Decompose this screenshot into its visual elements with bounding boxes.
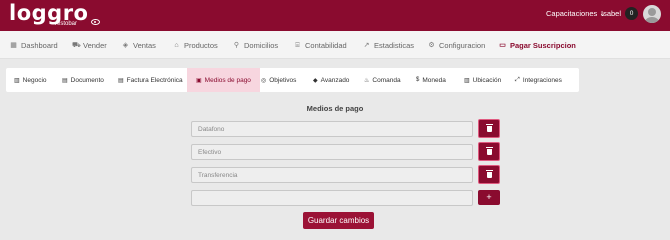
chart-icon: ↗: [363, 42, 370, 49]
payment-method-field[interactable]: [191, 121, 473, 137]
basket-icon: ⌂: [174, 42, 179, 49]
user-name[interactable]: Isabel: [601, 9, 621, 18]
tab-label: Integraciones: [522, 76, 562, 84]
nav-item-label: Dashboard: [21, 41, 58, 50]
nav-item-label: Contabilidad: [305, 41, 347, 50]
trash-icon: [486, 124, 493, 132]
tab-label: Negocio: [22, 76, 47, 84]
main-nav: ▦ Dashboard ⛟ Vender ◈ Ventas ⌂ Producto…: [0, 31, 670, 59]
add-payment-method-button[interactable]: +: [478, 190, 500, 205]
bank-icon: ⌸: [295, 42, 300, 49]
nav-item-vender[interactable]: ⛟ Vender: [72, 41, 107, 50]
tab-moneda[interactable]: $ Moneda: [416, 68, 446, 92]
map-icon: ▥: [464, 77, 470, 84]
nav-item-label: Pagar Suscripcion: [510, 41, 576, 50]
section-title: Medios de pago: [306, 104, 364, 113]
top-header: loggro restobar Capacitaciones ⌄ Isabel …: [0, 0, 670, 31]
nav-item-label: Domicilios: [244, 41, 279, 50]
payment-method-field[interactable]: [191, 167, 473, 183]
trash-icon: [486, 147, 493, 155]
settings-tabs: ▥ Negocio ▤ Documento ▤ Factura Electrón…: [6, 68, 579, 92]
tab-avanzado[interactable]: ◆ Avanzado: [313, 68, 349, 92]
gear-icon: ⚙: [428, 42, 435, 49]
nav-item-productos[interactable]: ⌂ Productos: [173, 41, 218, 50]
bolt-icon: ◆: [313, 77, 318, 84]
tab-negocio[interactable]: ▥ Negocio: [14, 68, 47, 92]
nav-item-label: Configuracion: [439, 41, 486, 50]
nav-item-domicilios[interactable]: ⚲ Domicilios: [233, 41, 278, 50]
nav-item-dashboard[interactable]: ▦ Dashboard: [10, 41, 58, 50]
invoice-icon: ▤: [118, 77, 124, 84]
tab-integraciones[interactable]: ⤢ Integraciones: [515, 68, 562, 92]
tab-medios-de-pago[interactable]: ▣ Medios de pago: [187, 68, 260, 92]
payment-icon: ▣: [196, 77, 202, 84]
nav-item-configuracion[interactable]: ⚙ Configuracion: [428, 41, 485, 50]
tab-label: Factura Electrónica: [126, 76, 183, 84]
tab-label: Ubicación: [472, 76, 502, 84]
tab-factura-electronica[interactable]: ▤ Factura Electrónica: [118, 68, 183, 92]
avatar[interactable]: [643, 5, 661, 23]
nav-item-pagar-suscripcion[interactable]: ▭ Pagar Suscripcion: [499, 41, 576, 50]
chef-icon: ♨: [364, 77, 370, 84]
nav-item-label: Estadisticas: [374, 41, 415, 50]
target-icon: ◎: [261, 77, 267, 84]
payment-method-field[interactable]: [191, 144, 473, 160]
nav-item-label: Vender: [83, 41, 107, 50]
eye-icon[interactable]: [91, 19, 100, 25]
tab-label: Avanzado: [320, 76, 350, 84]
tab-label: Documento: [70, 76, 104, 84]
brand-sublabel: restobar: [55, 21, 78, 27]
tab-ubicacion[interactable]: ▥ Ubicación: [464, 68, 501, 92]
tab-label: Medios de pago: [204, 76, 251, 84]
notification-badge[interactable]: 0: [625, 7, 638, 20]
tab-comanda[interactable]: ♨ Comanda: [364, 68, 401, 92]
bike-icon: ⚲: [233, 42, 240, 49]
tab-documento[interactable]: ▤ Documento: [62, 68, 104, 92]
dashboard-icon: ▦: [10, 42, 17, 49]
delete-payment-method-button[interactable]: [478, 119, 500, 138]
tab-label: Moneda: [422, 76, 446, 84]
tab-label: Objetivos: [269, 76, 297, 84]
dollar-icon: $: [416, 77, 420, 83]
nav-item-label: Productos: [184, 41, 218, 50]
nav-item-ventas[interactable]: ◈ Ventas: [122, 41, 156, 50]
nav-item-label: Ventas: [133, 41, 156, 50]
delete-payment-method-button[interactable]: [478, 165, 500, 184]
document-icon: ▤: [62, 77, 68, 84]
cart-icon: ⛟: [72, 42, 81, 49]
save-button[interactable]: Guardar cambios: [303, 212, 374, 229]
trash-icon: [486, 170, 493, 178]
nav-item-estadisticas[interactable]: ↗ Estadisticas: [363, 41, 414, 50]
building-icon: ▥: [14, 77, 20, 84]
nav-item-contabilidad[interactable]: ⌸ Contabilidad: [294, 41, 347, 50]
tab-objetivos[interactable]: ◎ Objetivos: [261, 68, 296, 92]
tab-label: Comanda: [372, 76, 401, 84]
new-payment-method-field[interactable]: [191, 190, 473, 206]
org-menu[interactable]: Capacitaciones ⌄: [546, 9, 606, 18]
tag-icon: ◈: [122, 42, 129, 49]
delete-payment-method-button[interactable]: [478, 142, 500, 161]
card-icon: ▭: [499, 42, 506, 49]
plug-icon: ⤢: [515, 76, 520, 83]
